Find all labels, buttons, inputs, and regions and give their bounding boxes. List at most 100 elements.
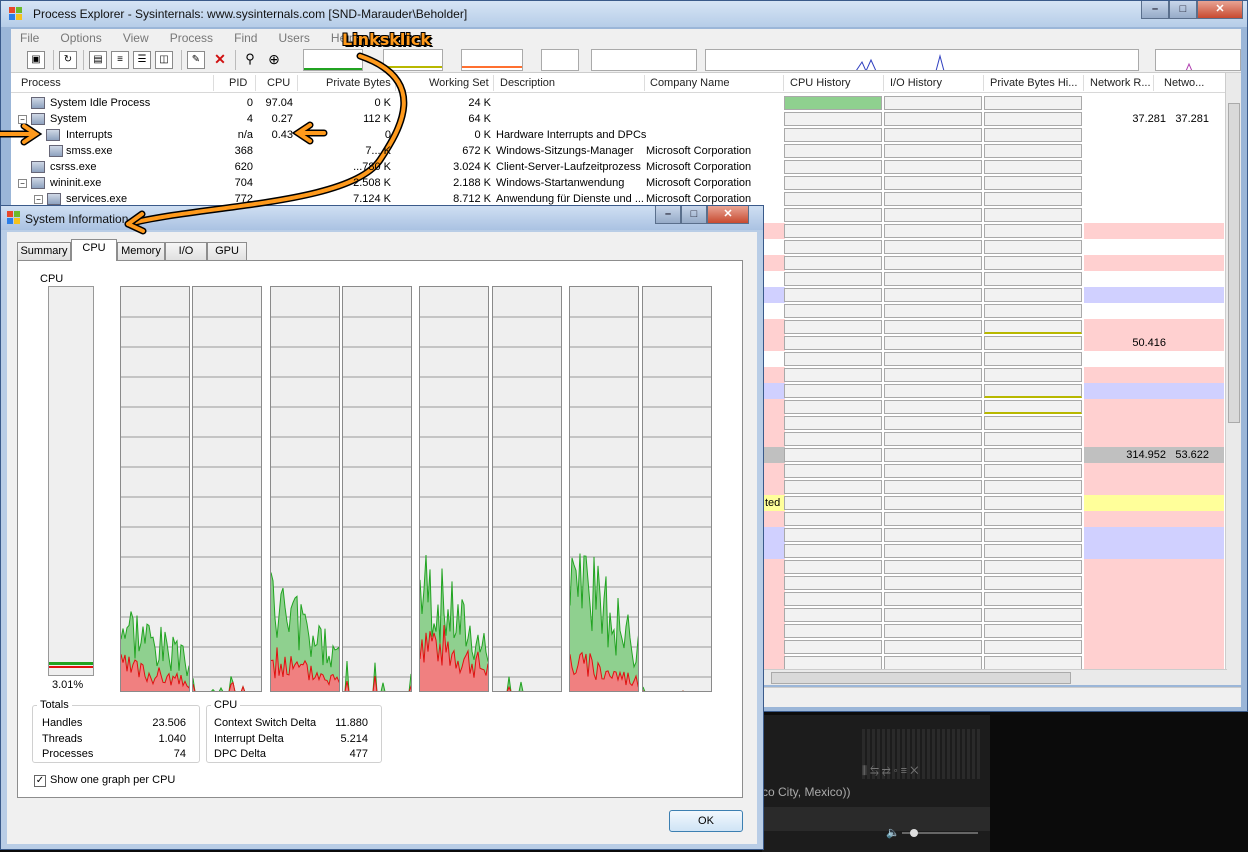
row-highlight [1084, 367, 1224, 383]
scroll-thumb[interactable] [771, 672, 1071, 684]
process-row[interactable]: System Idle Process 0 97.04 0 K 24 K [11, 95, 1241, 111]
private-bytes-history-cell [984, 400, 1082, 414]
menu-view[interactable]: View [114, 29, 158, 47]
row-fragment: ted [11, 495, 1241, 511]
tab-io[interactable]: I/O [165, 242, 207, 260]
menu-options[interactable]: Options [51, 29, 110, 47]
volume-slider[interactable] [902, 829, 978, 837]
interrupt-delta-label: Interrupt Delta [214, 733, 284, 745]
system-info-icon[interactable]: ▤ [89, 51, 107, 69]
ok-button[interactable]: OK [669, 810, 743, 832]
volume-icon[interactable]: 🔈 [886, 826, 900, 839]
menu-file[interactable]: File [11, 29, 48, 47]
menu-bar: File Options View Process Find Users Hel… [11, 29, 1241, 47]
kill-process-icon[interactable]: ✕ [211, 51, 229, 69]
process-row[interactable]: Interrupts n/a 0.43 0 0 K Hardware Inter… [11, 127, 1241, 143]
row-highlight [763, 639, 785, 655]
pe-title-bar[interactable]: Process Explorer - Sysinternals: www.sys… [1, 1, 1247, 27]
cpu-history-cell [784, 320, 882, 334]
tab-summary[interactable]: Summary [17, 242, 71, 260]
windows-logo-icon [9, 7, 22, 20]
collapse-icon[interactable]: − [34, 195, 43, 204]
handles-icon[interactable]: ✎ [187, 51, 205, 69]
collapse-icon[interactable]: − [18, 179, 27, 188]
refresh-icon[interactable]: ↻ [59, 51, 77, 69]
cpu-history-cell [784, 576, 882, 590]
close-button[interactable]: ✕ [1197, 1, 1243, 19]
cpu-history-cell [784, 368, 882, 382]
process-row[interactable]: − wininit.exe 704 2.508 K 2.188 K Window… [11, 175, 1241, 191]
dll-view-icon[interactable]: ◫ [155, 51, 173, 69]
commit-mini-graph[interactable] [383, 49, 443, 71]
private-bytes-history-cell [984, 576, 1082, 590]
io-mini-graph[interactable] [461, 49, 523, 71]
gpu-mini-graph[interactable] [541, 49, 579, 71]
row-highlight [763, 319, 785, 335]
maximize-button[interactable]: □ [1169, 1, 1197, 19]
col-private-bytes[interactable]: Private Bytes [326, 77, 391, 89]
private-bytes-history-cell [984, 240, 1082, 254]
player-seek-area[interactable] [762, 807, 990, 831]
col-network-send[interactable]: Netwo... [1164, 77, 1204, 89]
network-mini-graph[interactable] [591, 49, 697, 71]
process-pid: 704 [234, 177, 253, 189]
private-bytes-history-cell [984, 320, 1082, 334]
network-row[interactable]: 314.952 53.622 [11, 447, 1241, 463]
process-pid: n/a [237, 129, 253, 141]
properties-icon[interactable]: ≡ [111, 51, 129, 69]
process-working-set: 2.188 K [453, 177, 491, 189]
col-working-set[interactable]: Working Set [429, 77, 489, 89]
col-private-bytes-history[interactable]: Private Bytes Hi... [990, 77, 1077, 89]
gpu2-mini-graph[interactable] [1155, 49, 1241, 71]
row-highlight [1084, 463, 1224, 479]
col-process[interactable]: Process [21, 77, 61, 89]
player-controls-icons[interactable]: ⫼ ⇆ ⇄ ◦ ≡ ✕ [862, 765, 919, 778]
col-description[interactable]: Description [500, 77, 555, 89]
process-row[interactable]: smss.exe 368 7... K 672 K Windows-Sitzun… [11, 143, 1241, 159]
collapse-icon[interactable]: − [18, 115, 27, 124]
cpu-meter-label: CPU [40, 273, 64, 285]
cpu-history-cell [784, 432, 882, 446]
row-highlight [763, 431, 785, 447]
target-crosshair-icon[interactable]: ⊕ [265, 51, 283, 69]
si-title-bar[interactable]: System Information – □ ✕ [1, 206, 763, 230]
network-row[interactable]: 50.416 [11, 335, 1241, 351]
maximize-button[interactable]: □ [681, 206, 707, 224]
cpu-mini-graph[interactable] [303, 49, 363, 71]
col-cpu-history[interactable]: CPU History [790, 77, 851, 89]
lower-pane-icon[interactable]: ☰ [133, 51, 151, 69]
menu-find[interactable]: Find [225, 29, 266, 47]
process-row[interactable]: csrss.exe 620 ...780 K 3.024 K Client-Se… [11, 159, 1241, 175]
minimize-button[interactable]: – [1141, 1, 1169, 19]
process-working-set: 64 K [468, 113, 491, 125]
cpu-history-cell [784, 592, 882, 606]
menu-users[interactable]: Users [270, 29, 319, 47]
tab-cpu[interactable]: CPU [71, 239, 117, 261]
col-io-history[interactable]: I/O History [890, 77, 942, 89]
col-company[interactable]: Company Name [650, 77, 729, 89]
network-receive-value: 50.416 [1132, 337, 1166, 349]
menu-process[interactable]: Process [161, 29, 222, 47]
row-highlight [1084, 591, 1224, 607]
col-network-receive[interactable]: Network R... [1090, 77, 1151, 89]
process-private-bytes: 0 K [374, 97, 391, 109]
close-button[interactable]: ✕ [707, 206, 749, 224]
row-highlight [763, 255, 785, 271]
col-pid[interactable]: PID [229, 77, 247, 89]
minimize-button[interactable]: – [655, 206, 681, 224]
cpu-history-cell [784, 256, 882, 270]
find-binoculars-icon[interactable]: ⚲ [241, 51, 259, 69]
one-graph-per-cpu-label[interactable]: Show one graph per CPU [50, 774, 175, 786]
tab-gpu[interactable]: GPU [207, 242, 247, 260]
volume-slider-knob[interactable] [910, 829, 918, 837]
process-row[interactable]: − System 4 0.27 112 K 64 K 37.281 37.281 [11, 111, 1241, 127]
horizontal-scrollbar[interactable] [761, 669, 1227, 685]
tab-memory[interactable]: Memory [117, 242, 165, 260]
save-icon[interactable]: ▣ [27, 51, 45, 69]
threads-value: 1.040 [158, 733, 186, 745]
one-graph-per-cpu-checkbox[interactable]: ✓ [34, 775, 46, 787]
process-row[interactable]: − services.exe 772 7.124 K 8.712 K Anwen… [11, 191, 1241, 207]
io-history-cell [884, 528, 982, 542]
col-cpu[interactable]: CPU [267, 77, 290, 89]
disk-mini-graph[interactable] [705, 49, 1139, 71]
